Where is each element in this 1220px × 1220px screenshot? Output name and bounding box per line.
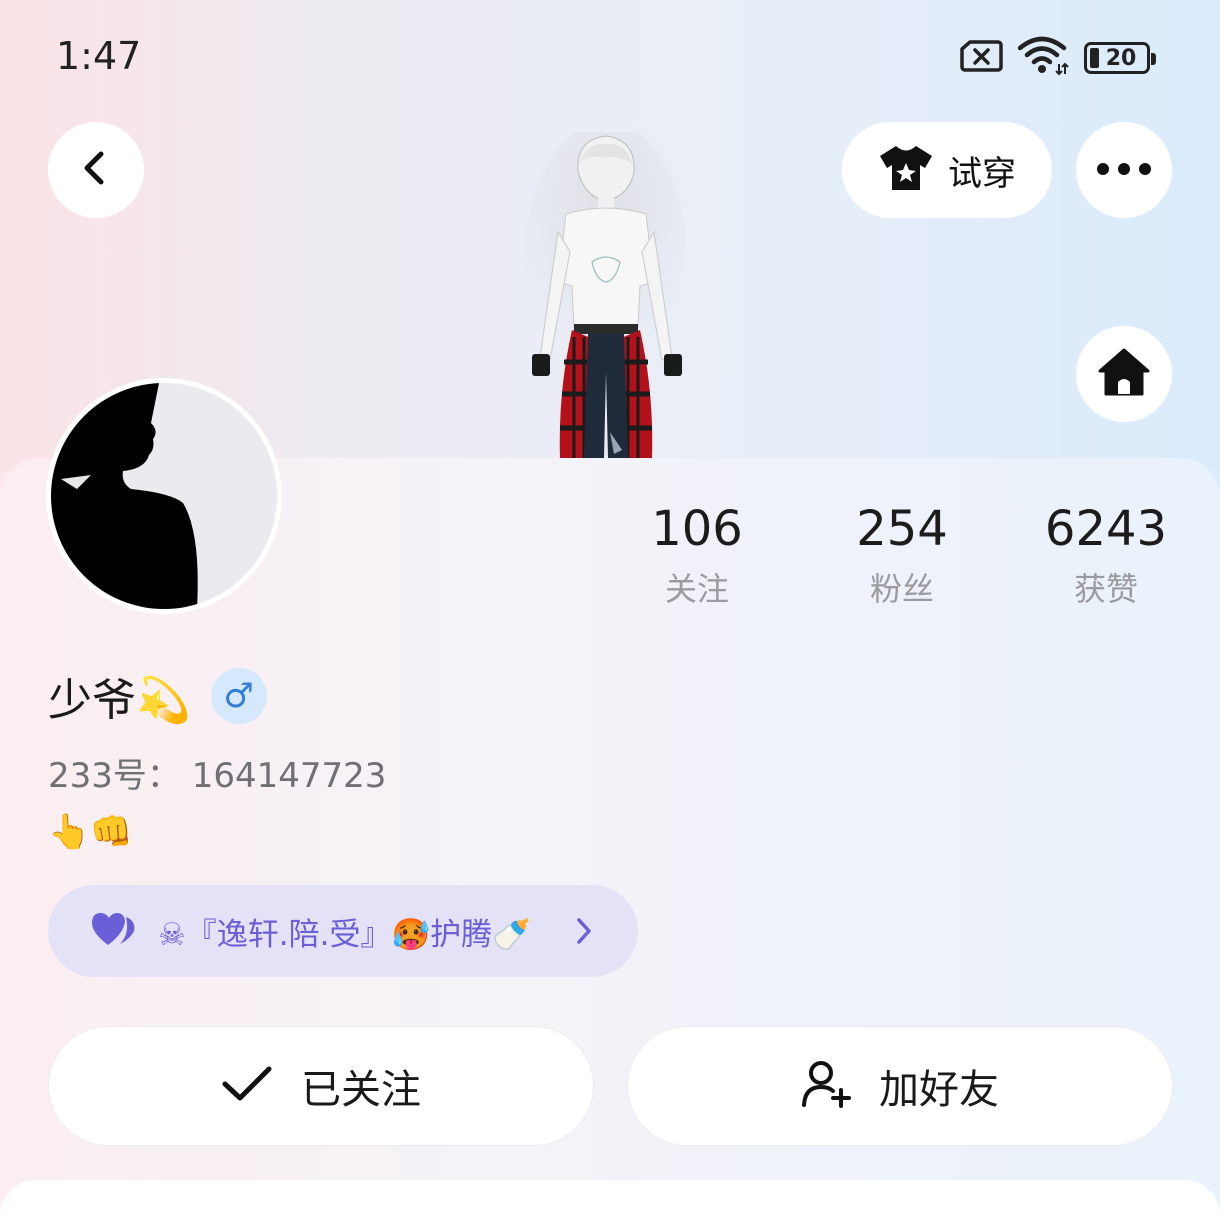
stat-likes[interactable]: 6243 获赞 xyxy=(1016,500,1196,610)
male-gender-icon: ♂ xyxy=(210,668,267,724)
status-icons: 20 xyxy=(958,36,1156,80)
avatar[interactable] xyxy=(46,378,282,614)
stat-followers[interactable]: 254 粉丝 xyxy=(812,500,992,610)
more-button[interactable] xyxy=(1076,122,1172,218)
relationship-text: ☠『逸轩.陪.受』🥵护腾🍼 xyxy=(158,916,531,953)
user-id[interactable]: 233号： 164147723 xyxy=(48,748,386,797)
heart-icon xyxy=(90,911,138,951)
following-label: 关注 xyxy=(664,570,729,608)
content-sheet-edge xyxy=(0,1180,1220,1220)
add-friend-button[interactable]: 加好友 xyxy=(628,1027,1172,1145)
tshirt-icon xyxy=(878,143,934,197)
try-on-button[interactable]: 试穿 xyxy=(842,122,1052,218)
following-label-text: 已关注 xyxy=(301,1067,421,1113)
relationship-pill[interactable]: ☠『逸轩.陪.受』🥵护腾🍼 xyxy=(48,885,638,977)
battery-icon: 20 xyxy=(1084,42,1156,74)
add-user-icon xyxy=(801,1060,851,1112)
likes-count: 6243 xyxy=(1044,501,1168,557)
try-on-label: 试穿 xyxy=(948,153,1016,194)
followers-count: 254 xyxy=(856,501,948,557)
gender-symbol: ♂ xyxy=(223,676,255,716)
chevron-right-icon xyxy=(574,915,594,951)
back-button[interactable] xyxy=(48,122,144,218)
user-bio: 👆👊 xyxy=(48,812,133,852)
user-name: 少爷💫 xyxy=(48,675,191,726)
chevron-left-icon xyxy=(76,148,116,192)
check-icon xyxy=(221,1064,273,1108)
name-row: 少爷💫 ♂ xyxy=(48,664,267,728)
home-icon xyxy=(1097,347,1151,401)
following-count: 106 xyxy=(651,501,743,557)
following-button[interactable]: 已关注 xyxy=(49,1027,593,1145)
sim-error-icon xyxy=(958,39,1004,77)
avatar-character-image[interactable] xyxy=(518,122,693,462)
home-button[interactable] xyxy=(1076,326,1172,422)
battery-level: 20 xyxy=(1105,45,1137,71)
more-horizontal-icon xyxy=(1096,161,1152,180)
stat-following[interactable]: 106 关注 xyxy=(607,500,787,610)
likes-label: 获赞 xyxy=(1073,570,1138,608)
status-time: 1:47 xyxy=(56,34,142,78)
followers-label: 粉丝 xyxy=(869,570,934,608)
add-friend-label: 加好友 xyxy=(879,1067,999,1113)
wifi-icon xyxy=(1017,36,1070,80)
